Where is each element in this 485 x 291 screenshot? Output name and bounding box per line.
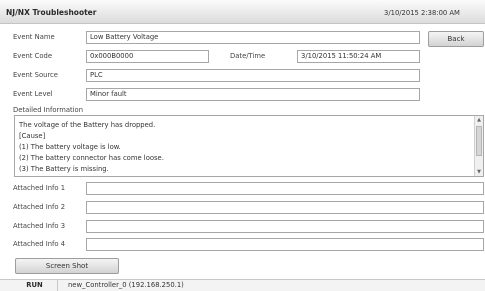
detail-line: [Cause] [19,132,46,140]
detailed-info-textarea[interactable]: The voltage of the Battery has dropped. … [14,115,484,177]
attached-info-3-field[interactable] [86,220,484,233]
status-bar: RUN new_Controller_0 (192.168.250.1) [0,279,485,291]
system-clock: 3/10/2015 2:38:00 AM [384,9,460,17]
screen-shot-button[interactable]: Screen Shot [15,258,119,274]
event-source-field[interactable]: PLC [86,69,420,82]
event-level-label: Event Level [13,90,53,98]
scroll-thumb[interactable] [476,126,482,156]
detail-line: (3) The Battery is missing. [19,165,109,173]
event-name-label: Event Name [13,33,55,41]
datetime-field[interactable]: 3/10/2015 11:50:24 AM [297,50,420,63]
controller-connection: new_Controller_0 (192.168.250.1) [68,281,184,289]
detailed-info-label: Detailed Information [13,106,84,114]
detail-line: (1) The battery voltage is low. [19,143,121,151]
event-level-field[interactable]: Minor fault [86,88,420,101]
detail-scrollbar[interactable]: ▲ ▼ [474,116,483,176]
event-code-field[interactable]: 0x000B0000 [86,50,209,63]
attached-info-2-label: Attached Info 2 [13,203,66,211]
event-code-label: Event Code [13,52,53,60]
attached-info-4-label: Attached Info 4 [13,240,66,248]
attached-info-4-field[interactable] [86,238,484,251]
datetime-label: Date/Time [230,52,266,60]
event-name-field[interactable]: Low Battery Voltage [86,31,420,44]
run-mode-indicator: RUN [12,280,58,291]
detail-line: (2) The battery connector has come loose… [19,154,164,162]
back-button[interactable]: Back [428,31,484,47]
event-source-label: Event Source [13,71,58,79]
scroll-up-icon[interactable]: ▲ [475,116,483,124]
scroll-down-icon[interactable]: ▼ [475,168,483,176]
attached-info-2-field[interactable] [86,201,484,214]
title-bar: NJ/NX Troubleshooter 3/10/2015 2:38:00 A… [0,0,485,24]
app-title: NJ/NX Troubleshooter [6,8,97,17]
attached-info-1-field[interactable] [86,182,484,195]
detail-line: The voltage of the Battery has dropped. [19,121,156,129]
attached-info-1-label: Attached Info 1 [13,184,66,192]
attached-info-3-label: Attached Info 3 [13,222,66,230]
